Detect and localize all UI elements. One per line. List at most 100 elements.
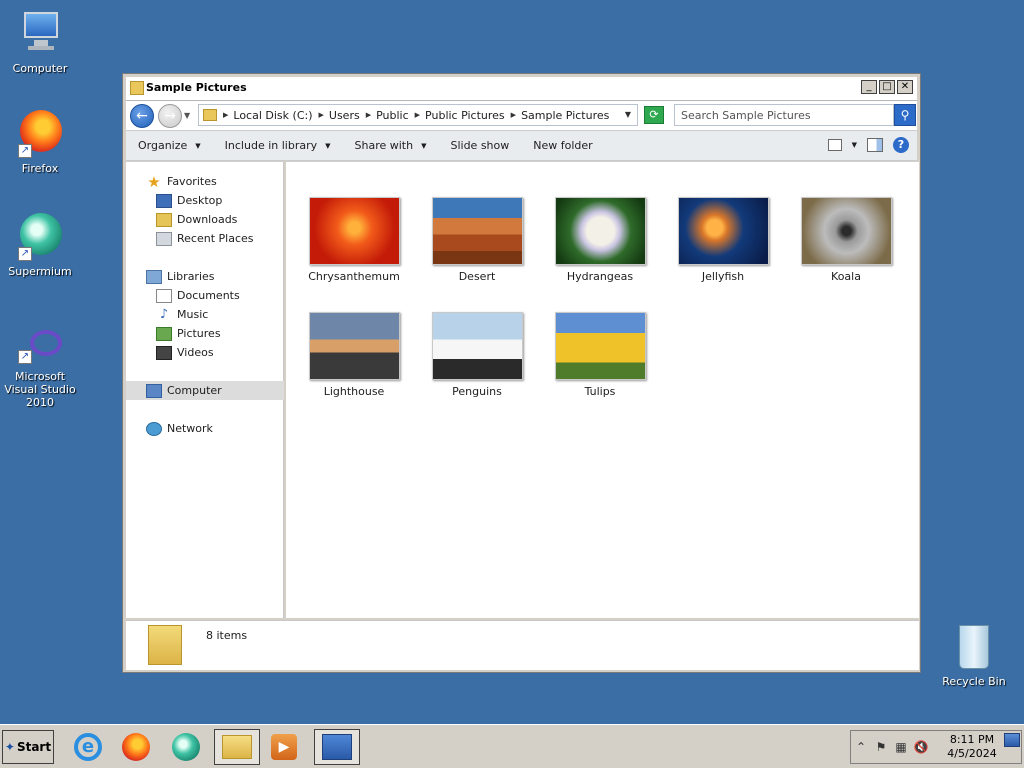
star-icon: ★ bbox=[147, 172, 161, 191]
clock-date: 4/5/2024 bbox=[947, 747, 997, 760]
nav-item-documents[interactable]: Documents bbox=[126, 286, 284, 305]
file-name: Chrysanthemum bbox=[308, 270, 400, 283]
include-in-library-button[interactable]: Include in library ▼ bbox=[213, 139, 343, 152]
nav-item-libraries[interactable]: Libraries bbox=[126, 267, 284, 286]
minimize-button[interactable]: _ bbox=[861, 80, 877, 94]
internet-explorer-icon: e bbox=[74, 733, 102, 761]
taskbar-supermium[interactable] bbox=[168, 729, 204, 765]
help-icon[interactable]: ? bbox=[893, 137, 909, 153]
nav-item-videos[interactable]: Videos bbox=[126, 343, 284, 362]
refresh-button[interactable]: ⟳ bbox=[644, 106, 664, 124]
nav-item-music[interactable]: ♪ Music bbox=[126, 305, 284, 324]
chevron-right-icon[interactable]: ▶ bbox=[511, 111, 516, 119]
nav-item-recent-places[interactable]: Recent Places bbox=[126, 229, 284, 248]
desktop-icon-supermium[interactable]: ↗ Supermium bbox=[0, 213, 80, 278]
computer-icon bbox=[146, 383, 162, 398]
search-icon[interactable]: ⚲ bbox=[894, 104, 916, 126]
thumbnail-image bbox=[554, 312, 646, 380]
nav-item-downloads[interactable]: Downloads bbox=[126, 210, 284, 229]
maximize-button[interactable]: □ bbox=[879, 80, 895, 94]
file-item-penguins[interactable]: Penguins bbox=[422, 312, 532, 398]
file-item-chrysanthemum[interactable]: Chrysanthemum bbox=[299, 197, 409, 283]
organize-button[interactable]: Organize ▼ bbox=[126, 139, 213, 152]
forward-button[interactable]: → bbox=[158, 104, 182, 128]
taskbar-windows-explorer[interactable] bbox=[214, 729, 260, 765]
desktop-icon-computer[interactable]: Computer bbox=[0, 10, 80, 75]
file-name: Desert bbox=[458, 270, 496, 283]
desktop-icon-visual-studio[interactable]: ↗ Microsoft Visual Studio 2010 bbox=[0, 328, 80, 409]
windows-explorer-icon bbox=[222, 735, 252, 759]
file-name: Penguins bbox=[452, 385, 502, 398]
file-item-lighthouse[interactable]: Lighthouse bbox=[299, 312, 409, 398]
desktop-icon-recycle-bin[interactable]: Recycle Bin bbox=[934, 625, 1014, 688]
desktop-icon bbox=[156, 193, 172, 208]
show-hidden-icons-icon[interactable]: ⌃ bbox=[851, 740, 871, 754]
clock[interactable]: 8:11 PM 4/5/2024 bbox=[947, 733, 997, 761]
chevron-right-icon[interactable]: ▶ bbox=[319, 111, 324, 119]
nav-item-computer[interactable]: Computer bbox=[126, 381, 284, 400]
network-status-icon[interactable]: ▦ bbox=[891, 740, 911, 754]
chevron-down-icon: ▼ bbox=[325, 141, 331, 150]
windows-logo-icon: ✦ bbox=[4, 740, 15, 754]
breadcrumb-item-public[interactable]: Public bbox=[376, 109, 409, 122]
taskbar-internet-explorer[interactable]: e bbox=[70, 729, 106, 765]
file-item-tulips[interactable]: Tulips bbox=[545, 312, 655, 398]
recent-pages-dropdown-icon[interactable]: ▼ bbox=[184, 111, 190, 120]
thumbnail-image bbox=[677, 197, 769, 265]
action-center-flag-icon[interactable]: ⚑ bbox=[871, 740, 891, 754]
chevron-right-icon[interactable]: ▶ bbox=[415, 111, 420, 119]
media-player-icon: ▶ bbox=[271, 734, 297, 760]
breadcrumb-item-sample-pictures[interactable]: Sample Pictures bbox=[521, 109, 609, 122]
chevron-right-icon[interactable]: ▶ bbox=[366, 111, 371, 119]
nav-item-pictures[interactable]: Pictures bbox=[126, 324, 284, 343]
change-view-icon[interactable] bbox=[827, 139, 842, 151]
taskbar-media-player[interactable]: ▶ bbox=[266, 729, 302, 765]
desktop-icon-label: Firefox bbox=[21, 162, 59, 175]
new-folder-button[interactable]: New folder bbox=[521, 139, 604, 152]
desktop-icon-firefox[interactable]: ↗ Firefox bbox=[0, 110, 80, 175]
chevron-right-icon[interactable]: ▶ bbox=[223, 111, 228, 119]
back-button[interactable]: ← bbox=[130, 104, 154, 128]
nav-item-network[interactable]: Network bbox=[126, 419, 284, 438]
computer-icon bbox=[16, 10, 64, 58]
breadcrumb[interactable]: ▶ Local Disk (C:) ▶ Users ▶ Public ▶ Public … bbox=[198, 104, 638, 126]
nav-item-favorites[interactable]: ★ Favorites bbox=[126, 172, 284, 191]
file-item-hydrangeas[interactable]: Hydrangeas bbox=[545, 197, 655, 283]
supermium-icon: ↗ bbox=[16, 213, 64, 261]
volume-muted-icon[interactable]: 🔇 bbox=[911, 740, 931, 754]
address-dropdown-icon[interactable]: ▼ bbox=[625, 110, 631, 119]
shortcut-arrow-icon: ↗ bbox=[18, 247, 32, 261]
share-with-button[interactable]: Share with ▼ bbox=[343, 139, 439, 152]
taskbar-remote-desktop[interactable] bbox=[314, 729, 360, 765]
desktop-icon-label: Supermium bbox=[8, 265, 72, 278]
preview-pane-icon[interactable] bbox=[867, 138, 883, 152]
supermium-icon bbox=[172, 733, 200, 761]
documents-icon bbox=[156, 288, 172, 303]
slide-show-button[interactable]: Slide show bbox=[438, 139, 521, 152]
chevron-down-icon[interactable]: ▼ bbox=[852, 141, 857, 149]
breadcrumb-item-users[interactable]: Users bbox=[329, 109, 360, 122]
file-name: Hydrangeas bbox=[566, 270, 634, 283]
file-name: Tulips bbox=[584, 385, 616, 398]
breadcrumb-item-public-pictures[interactable]: Public Pictures bbox=[425, 109, 505, 122]
file-item-desert[interactable]: Desert bbox=[422, 197, 532, 283]
file-item-jellyfish[interactable]: Jellyfish bbox=[668, 197, 778, 283]
shortcut-arrow-icon: ↗ bbox=[18, 144, 32, 158]
breadcrumb-item-local-disk[interactable]: Local Disk (C:) bbox=[233, 109, 312, 122]
file-item-koala[interactable]: Koala bbox=[791, 197, 901, 283]
pictures-icon bbox=[156, 326, 172, 341]
remote-desktop-icon bbox=[322, 734, 352, 760]
explorer-window: Sample Pictures _ □ ✕ ← → ▼ ▶ Local Disk … bbox=[122, 73, 921, 673]
show-desktop-button[interactable] bbox=[1004, 733, 1020, 747]
desktop-icon-label: Microsoft Visual Studio 2010 bbox=[4, 370, 76, 409]
chevron-down-icon: ▼ bbox=[195, 141, 201, 150]
close-button[interactable]: ✕ bbox=[897, 80, 913, 94]
network-icon bbox=[146, 421, 162, 436]
search-input[interactable]: Search Sample Pictures bbox=[674, 104, 894, 126]
title-bar[interactable]: Sample Pictures _ □ ✕ bbox=[126, 77, 917, 101]
taskbar-firefox[interactable] bbox=[118, 729, 154, 765]
thumbnail-image bbox=[554, 197, 646, 265]
nav-item-desktop[interactable]: Desktop bbox=[126, 191, 284, 210]
start-button[interactable]: ✦ Start bbox=[2, 730, 54, 764]
shortcut-arrow-icon: ↗ bbox=[18, 350, 32, 364]
